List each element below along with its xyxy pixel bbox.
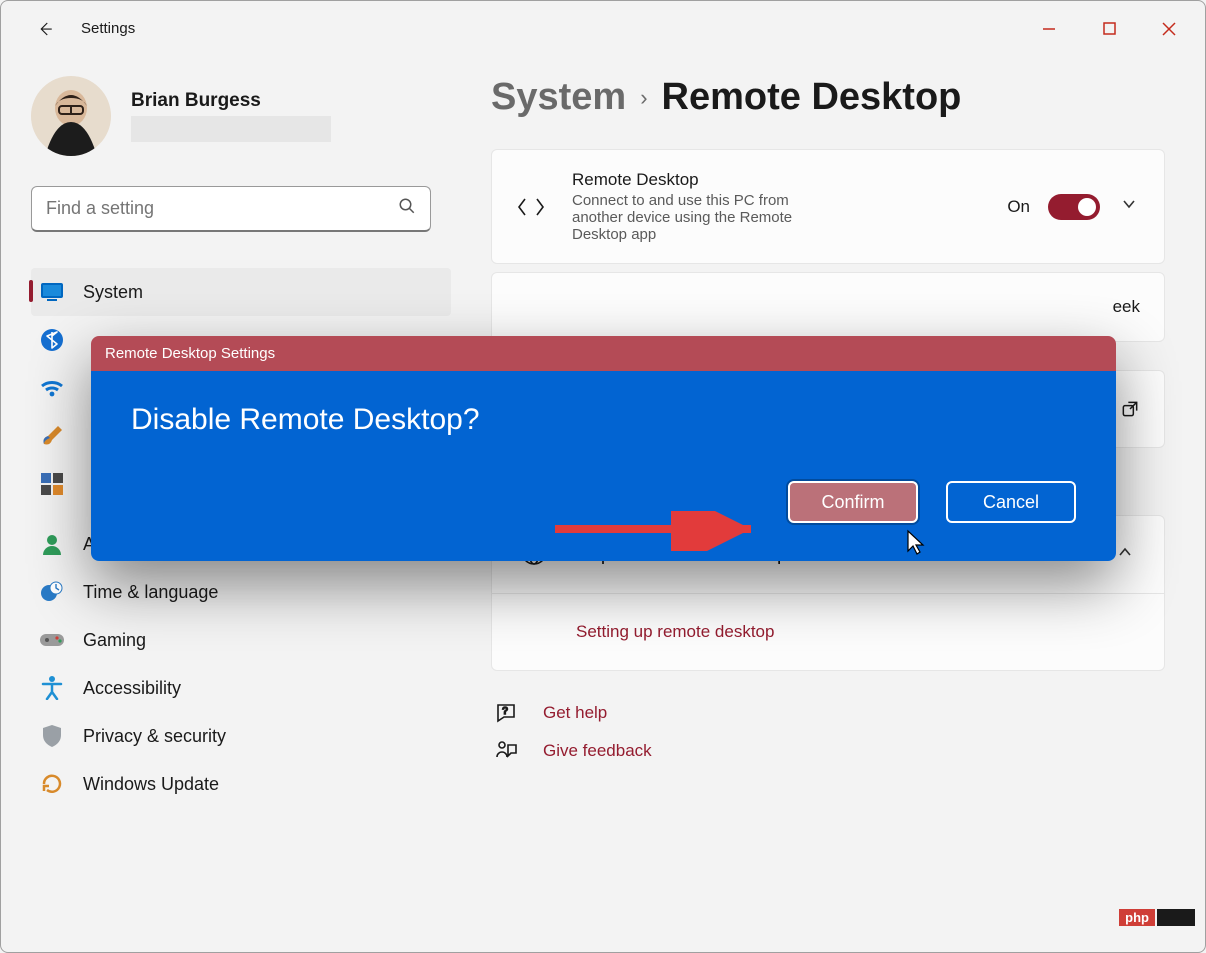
- cancel-button[interactable]: Cancel: [946, 481, 1076, 523]
- feedback-icon: [491, 739, 521, 763]
- nav-label: Time & language: [83, 582, 218, 603]
- watermark-text: php: [1119, 909, 1155, 926]
- get-help-link[interactable]: ? Get help: [491, 701, 1165, 725]
- nav-system[interactable]: System: [31, 268, 451, 316]
- hidden-setting-row-1[interactable]: eek: [491, 272, 1165, 342]
- chevron-right-icon: ›: [640, 85, 647, 111]
- window-title: Settings: [81, 20, 135, 37]
- dialog-question: Disable Remote Desktop?: [131, 403, 1076, 437]
- nav-label: System: [83, 282, 143, 303]
- remote-desktop-toggle[interactable]: [1048, 194, 1100, 220]
- breadcrumb-parent[interactable]: System: [491, 76, 626, 119]
- gamepad-icon: [39, 627, 65, 653]
- title-bar: Settings: [1, 1, 1205, 56]
- toggle-state-label: On: [1007, 197, 1030, 217]
- shield-icon: [39, 723, 65, 749]
- nav-label: Privacy & security: [83, 726, 226, 747]
- person-icon: [39, 531, 65, 557]
- confirm-dialog: Remote Desktop Settings Disable Remote D…: [91, 336, 1116, 561]
- minimize-button[interactable]: [1019, 10, 1079, 48]
- system-icon: [39, 279, 65, 305]
- settings-window: Settings: [0, 0, 1206, 953]
- close-button[interactable]: [1139, 10, 1199, 48]
- watermark-block: [1157, 909, 1195, 926]
- confirm-button[interactable]: Confirm: [788, 481, 918, 523]
- search-input[interactable]: [46, 198, 398, 219]
- nav-time-language[interactable]: Time & language: [31, 568, 451, 616]
- maximize-button[interactable]: [1079, 10, 1139, 48]
- get-help-label: Get help: [543, 703, 607, 723]
- profile-email-redacted: [131, 116, 331, 142]
- chevron-down-icon[interactable]: [1118, 196, 1140, 217]
- setup-remote-desktop-link[interactable]: Setting up remote desktop: [576, 622, 774, 641]
- back-button[interactable]: [31, 15, 59, 43]
- card-title: Remote Desktop: [572, 170, 981, 190]
- avatar: [31, 76, 111, 156]
- wifi-icon: [39, 375, 65, 401]
- paintbrush-icon: [39, 423, 65, 449]
- breadcrumb: System › Remote Desktop: [491, 76, 1165, 119]
- search-box[interactable]: [31, 186, 431, 232]
- svg-text:?: ?: [502, 706, 508, 717]
- search-icon: [398, 197, 416, 220]
- bluetooth-icon: [39, 327, 65, 353]
- clock-globe-icon: [39, 579, 65, 605]
- nav-windows-update[interactable]: Windows Update: [31, 760, 451, 808]
- remote-desktop-card[interactable]: Remote Desktop Connect to and use this P…: [491, 149, 1165, 264]
- profile-block[interactable]: Brian Burgess: [31, 76, 451, 156]
- chevron-up-icon[interactable]: [1114, 544, 1136, 565]
- help-chat-icon: ?: [491, 701, 521, 725]
- give-feedback-link[interactable]: Give feedback: [491, 739, 1165, 763]
- update-icon: [39, 771, 65, 797]
- watermark-badge: php: [1119, 909, 1195, 926]
- nav-gaming[interactable]: Gaming: [31, 616, 451, 664]
- row-tail-text: eek: [1113, 297, 1140, 317]
- nav-label: Windows Update: [83, 774, 219, 795]
- nav-privacy[interactable]: Privacy & security: [31, 712, 451, 760]
- card-subtitle: Connect to and use this PC from another …: [572, 192, 832, 243]
- breadcrumb-current: Remote Desktop: [662, 76, 962, 119]
- give-feedback-label: Give feedback: [543, 741, 652, 761]
- profile-name: Brian Burgess: [131, 90, 331, 112]
- dialog-title-bar: Remote Desktop Settings: [91, 336, 1116, 371]
- nav-label: Gaming: [83, 630, 146, 651]
- nav-accessibility[interactable]: Accessibility: [31, 664, 451, 712]
- remote-desktop-icon: [516, 193, 546, 221]
- accessibility-icon: [39, 675, 65, 701]
- window-controls: [1019, 10, 1199, 48]
- apps-icon: [39, 471, 65, 497]
- open-external-icon: [1120, 399, 1140, 419]
- nav-label: Accessibility: [83, 678, 181, 699]
